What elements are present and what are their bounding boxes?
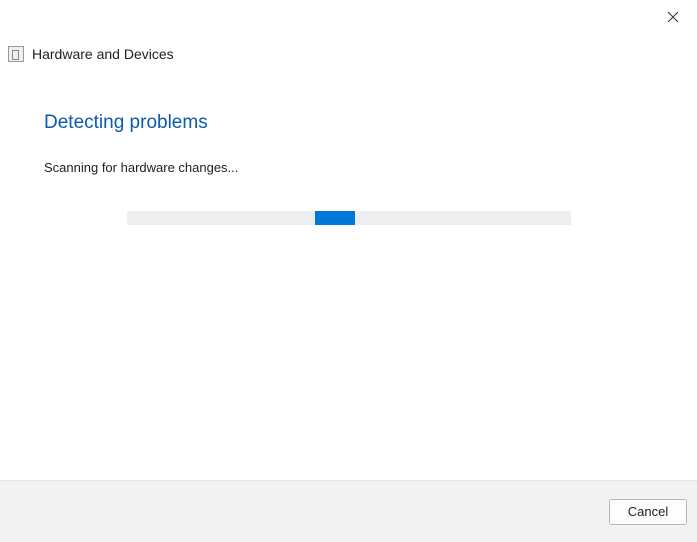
header: Hardware and Devices bbox=[0, 0, 697, 62]
heading: Detecting problems bbox=[44, 112, 653, 134]
progress-bar bbox=[127, 211, 571, 225]
cancel-button[interactable]: Cancel bbox=[609, 499, 687, 525]
footer: Cancel bbox=[0, 480, 697, 542]
progress-indicator bbox=[315, 211, 355, 225]
close-button[interactable] bbox=[663, 8, 683, 28]
status-text: Scanning for hardware changes... bbox=[44, 160, 653, 175]
content-area: Detecting problems Scanning for hardware… bbox=[0, 62, 697, 225]
close-icon bbox=[667, 11, 679, 26]
window-title: Hardware and Devices bbox=[32, 46, 174, 62]
hardware-icon bbox=[8, 46, 24, 62]
